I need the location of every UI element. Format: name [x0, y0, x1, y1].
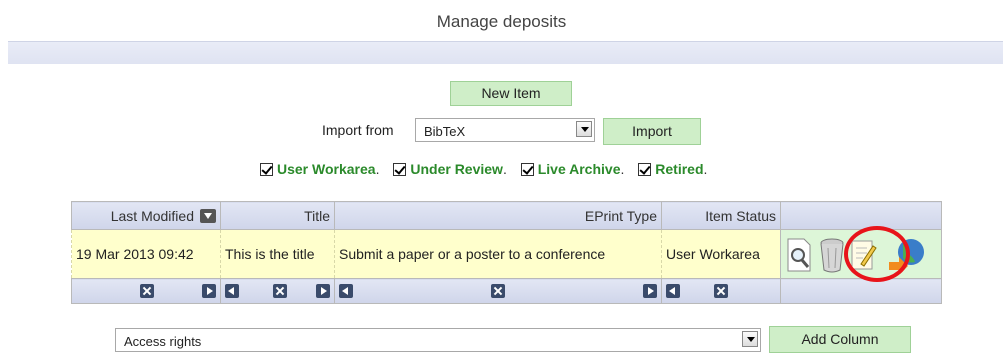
move-right-icon[interactable] — [643, 284, 657, 298]
status-filters: User Workarea. Under Review. Live Archiv… — [260, 161, 717, 177]
column-header-item-status[interactable]: Item Status — [661, 201, 781, 230]
filter-live-archive[interactable]: Live Archive. — [520, 161, 624, 177]
move-right-icon[interactable] — [202, 284, 216, 298]
filter-under-review[interactable]: Under Review. — [393, 161, 507, 177]
add-column-value: Access rights — [124, 334, 202, 349]
column-header-actions — [780, 201, 942, 230]
cell-item-status: User Workarea — [661, 229, 781, 279]
column-controls-eprint-type — [334, 278, 662, 304]
table-row: 19 Mar 2013 09:42 This is the title Subm… — [71, 229, 942, 279]
checkbox-icon[interactable] — [520, 163, 534, 176]
move-left-icon[interactable] — [225, 284, 239, 298]
import-format-value: BibTeX — [424, 124, 466, 139]
sort-desc-icon[interactable] — [200, 208, 216, 223]
delete-icon[interactable] — [817, 236, 847, 274]
chevron-down-icon[interactable] — [742, 331, 758, 347]
column-controls-title — [220, 278, 335, 304]
checkbox-icon[interactable] — [638, 163, 652, 176]
move-right-icon[interactable] — [316, 284, 330, 298]
table-header-row: Last Modified Title EPrint Type Item Sta… — [71, 201, 942, 230]
table-controls-row — [71, 278, 942, 304]
add-column-select[interactable]: Access rights — [115, 328, 761, 352]
chevron-down-icon[interactable] — [576, 121, 592, 137]
cell-eprint-type: Submit a paper or a poster to a conferen… — [334, 229, 662, 279]
import-format-select[interactable]: BibTeX — [415, 118, 595, 142]
column-header-title[interactable]: Title — [220, 201, 335, 230]
remove-column-icon[interactable] — [273, 284, 287, 298]
column-header-last-modified[interactable]: Last Modified — [71, 201, 221, 230]
edit-highlight-circle — [844, 226, 910, 282]
filter-label: Under Review — [410, 161, 503, 177]
deposits-table: Last Modified Title EPrint Type Item Sta… — [71, 201, 942, 304]
move-left-icon[interactable] — [339, 284, 353, 298]
filter-label: Retired — [655, 161, 704, 177]
remove-column-icon[interactable] — [140, 284, 154, 298]
new-item-button[interactable]: New Item — [450, 81, 572, 106]
checkbox-icon[interactable] — [393, 163, 407, 176]
view-icon[interactable] — [785, 236, 815, 274]
header-bar — [8, 41, 1003, 64]
column-controls-item-status — [661, 278, 781, 304]
import-button[interactable]: Import — [603, 118, 701, 145]
checkbox-icon[interactable] — [260, 163, 273, 176]
import-label: Import from — [322, 122, 394, 138]
page-title: Manage deposits — [436, 12, 567, 31]
filter-label: Live Archive — [537, 161, 621, 177]
add-column-button[interactable]: Add Column — [769, 326, 911, 353]
column-controls-actions — [780, 278, 942, 304]
filter-label: User Workarea — [277, 161, 376, 177]
cell-last-modified: 19 Mar 2013 09:42 — [71, 229, 221, 279]
cell-title: This is the title — [220, 229, 335, 279]
remove-column-icon[interactable] — [491, 284, 505, 298]
column-header-eprint-type[interactable]: EPrint Type — [334, 201, 662, 230]
filter-retired[interactable]: Retired. — [638, 161, 707, 177]
filter-user-workarea[interactable]: User Workarea. — [260, 161, 379, 177]
move-left-icon[interactable] — [666, 284, 680, 298]
column-controls-last-modified — [71, 278, 221, 304]
remove-column-icon[interactable] — [714, 284, 728, 298]
